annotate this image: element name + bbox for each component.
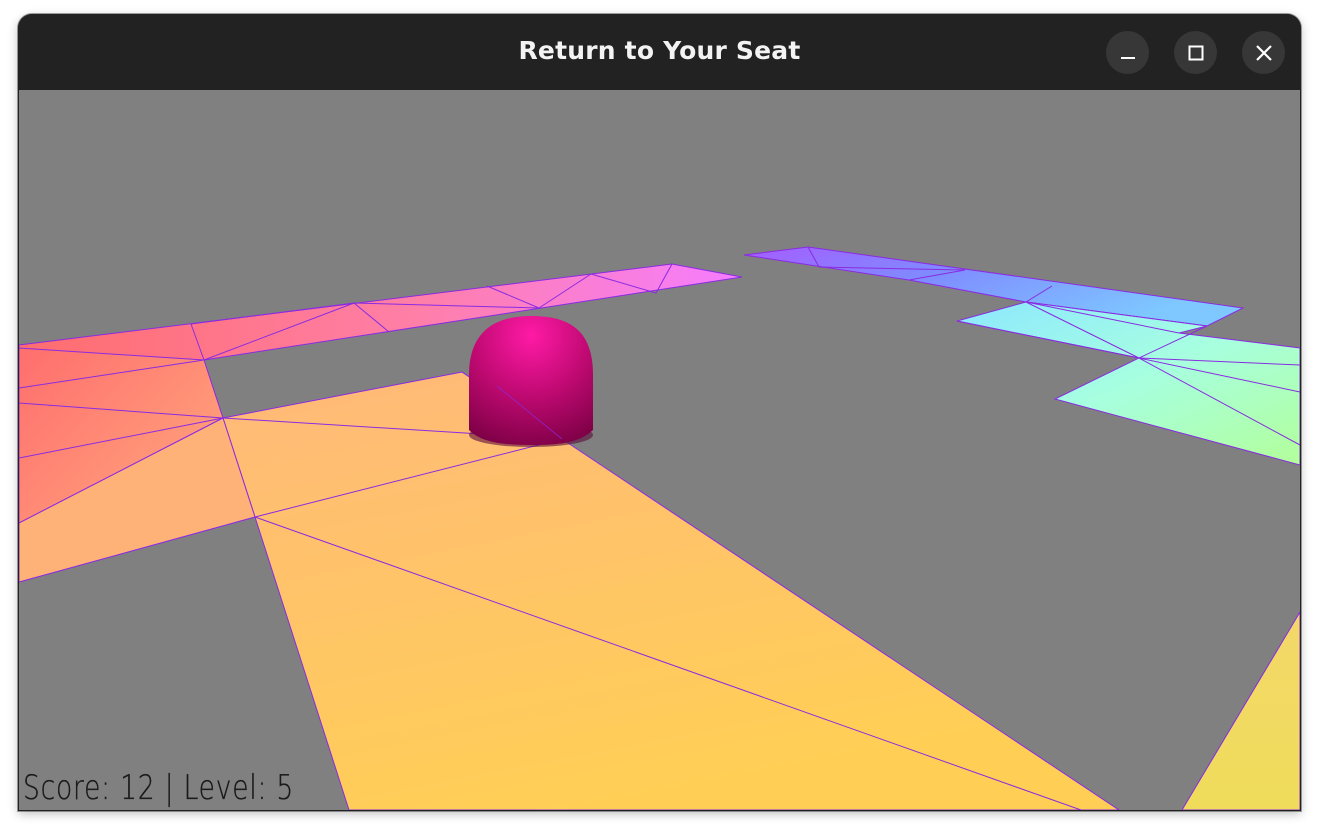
level-label: Level: bbox=[183, 768, 268, 808]
minimize-icon bbox=[1120, 56, 1135, 59]
hud-separator: | bbox=[164, 768, 175, 808]
floor-tile-yellow-corner bbox=[1181, 611, 1300, 810]
game-viewport[interactable]: Score: 12 | Level: 5 bbox=[19, 90, 1300, 810]
score-value: 12 bbox=[120, 768, 156, 808]
game-scene bbox=[19, 246, 1300, 810]
hud-status: Score: 12 | Level: 5 bbox=[23, 768, 294, 808]
floor-tile-cyan-area bbox=[956, 301, 1300, 466]
score-label: Score: bbox=[23, 768, 111, 808]
maximize-button[interactable] bbox=[1174, 31, 1217, 74]
player-character bbox=[469, 316, 593, 447]
minimize-button[interactable] bbox=[1106, 31, 1149, 74]
title-bar[interactable]: Return to Your Seat bbox=[18, 14, 1301, 90]
close-icon bbox=[1255, 44, 1272, 61]
game-window: Return to Your Seat Score: 12 | Level: 5 bbox=[18, 14, 1301, 811]
level-value: 5 bbox=[276, 768, 295, 808]
maximize-icon bbox=[1188, 45, 1203, 60]
close-button[interactable] bbox=[1242, 31, 1285, 74]
